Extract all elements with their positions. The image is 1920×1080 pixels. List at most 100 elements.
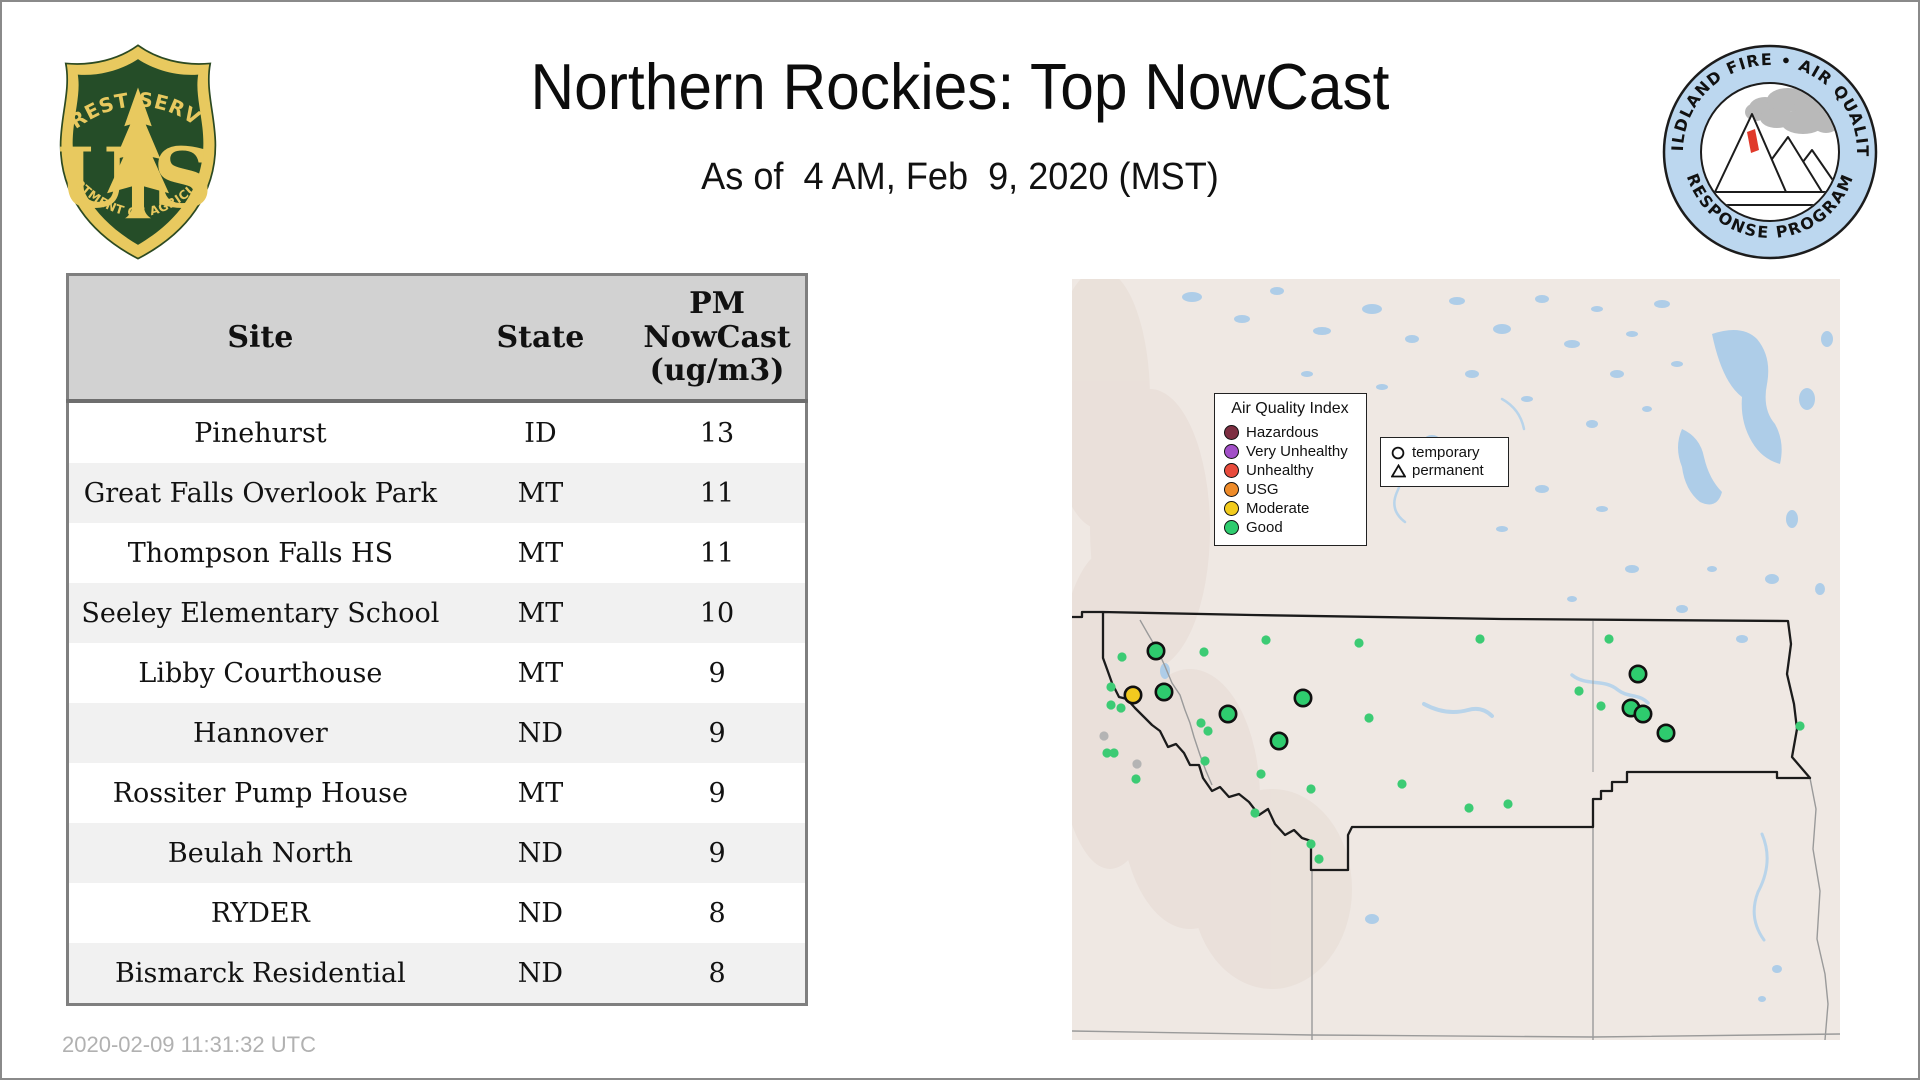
column-header-site: Site: [67, 274, 452, 403]
monitor-dot-good: [1106, 700, 1116, 710]
monitor-dot-good: [1397, 779, 1407, 789]
monitor-dot-good: [1503, 799, 1513, 809]
state-cell: MT: [517, 657, 564, 689]
monitor-dot-good: [1354, 638, 1364, 648]
monitor-dot-no-data: [1132, 759, 1142, 769]
table-row: Great Falls Overlook Park MT 11: [67, 463, 807, 523]
value-cell: 9: [708, 777, 726, 809]
monitor-dot-good: [1596, 701, 1606, 711]
state-cell: ND: [517, 717, 564, 749]
monitor-dot-good: [1604, 634, 1614, 644]
monitor-dot-good: [1250, 808, 1260, 818]
permanent-monitor-icon: [1390, 464, 1406, 478]
monitor-dot-good: [1261, 635, 1271, 645]
monitor-dot-good: [1199, 647, 1209, 657]
column-header-pm-nowcast: PM NowCast (ug/m3): [629, 274, 807, 403]
monitor-dot-good: [1475, 634, 1485, 644]
nowcast-table: Site State PM NowCast (ug/m3) Pinehurst …: [66, 273, 808, 1006]
aqi-legend-item: Very Unhealthy: [1224, 442, 1362, 461]
state-cell: ID: [524, 417, 557, 449]
site-cell: Beulah North: [167, 837, 353, 869]
aqi-legend-item: Moderate: [1224, 499, 1362, 518]
value-cell: 11: [699, 477, 735, 509]
monitor-dot-good: [1256, 769, 1266, 779]
aqi-legend-title: Air Quality Index: [1231, 400, 1349, 417]
state-cell: ND: [517, 957, 564, 989]
site-cell: Rossiter Pump House: [112, 777, 409, 809]
permanent-label: permanent: [1412, 462, 1484, 479]
table-row: Thompson Falls HS MT 11: [67, 523, 807, 583]
temporary-monitor-icon: [1390, 446, 1406, 460]
aqi-legend-item: Hazardous: [1224, 423, 1362, 442]
temporary-legend-row: temporary: [1390, 444, 1502, 462]
value-cell: 10: [699, 597, 735, 629]
site-cell: Bismarck Residential: [115, 957, 406, 989]
aqi-color-dot-icon: [1224, 501, 1239, 516]
monitor-dot-good: [1464, 803, 1474, 813]
aqi-color-dot-icon: [1224, 425, 1239, 440]
top-site-marker: [1633, 704, 1653, 724]
aqi-legend-label: Moderate: [1246, 500, 1310, 517]
top-site-marker: [1628, 664, 1648, 684]
value-cell: 9: [708, 717, 726, 749]
table-row: Seeley Elementary School MT 10: [67, 583, 807, 643]
site-cell: Seeley Elementary School: [81, 597, 440, 629]
top-site-marker: [1154, 682, 1174, 702]
aqi-legend-item: Unhealthy: [1224, 461, 1362, 480]
monitor-dot-good: [1200, 756, 1210, 766]
monitor-dot-good: [1314, 854, 1324, 864]
aqi-color-dot-icon: [1224, 520, 1239, 535]
aqi-legend-label: Very Unhealthy: [1246, 443, 1348, 460]
aqi-color-dot-icon: [1224, 463, 1239, 478]
monitor-dot-good: [1306, 839, 1316, 849]
aqi-legend-label: Good: [1246, 519, 1283, 536]
state-cell: ND: [517, 837, 564, 869]
page-title: Northern Rockies: Top NowCast: [530, 50, 1390, 123]
state-cell: MT: [517, 777, 564, 809]
site-cell: Pinehurst: [194, 417, 327, 449]
site-cell: RYDER: [210, 897, 310, 929]
page-subtitle: As of 4 AM, Feb 9, 2020 (MST): [701, 156, 1219, 198]
generated-timestamp: 2020-02-09 11:31:32 UTC: [62, 1032, 316, 1057]
table-row: Rossiter Pump House MT 9: [67, 763, 807, 823]
top-site-marker: [1269, 731, 1289, 751]
state-cell: MT: [517, 477, 564, 509]
value-cell: 8: [708, 897, 726, 929]
site-cell: Libby Courthouse: [138, 657, 383, 689]
monitor-dot-good: [1117, 652, 1127, 662]
aqi-legend: Air Quality Index Hazardous Very Unhealt…: [1214, 393, 1367, 546]
slide: FOREST SERVICE U S DEPARTMENT OF AGRICUL…: [0, 0, 1920, 1080]
aqi-legend-label: Unhealthy: [1246, 462, 1314, 479]
monitor-dot-good: [1364, 713, 1374, 723]
site-cell: Great Falls Overlook Park: [83, 477, 438, 509]
monitor-dot-good: [1306, 784, 1316, 794]
monitor-type-legend: temporary permanent: [1380, 437, 1509, 487]
value-cell: 9: [708, 837, 726, 869]
top-site-marker: [1656, 723, 1676, 743]
monitor-dot-good: [1109, 748, 1119, 758]
table-row: Pinehurst ID 13: [67, 401, 807, 463]
monitor-dot-good: [1106, 682, 1116, 692]
temporary-label: temporary: [1412, 444, 1480, 461]
value-cell: 13: [699, 417, 735, 449]
top-site-marker: [1123, 685, 1143, 705]
site-cell: Thompson Falls HS: [127, 537, 394, 569]
aqi-legend-item: USG: [1224, 480, 1362, 499]
top-site-marker: [1293, 688, 1313, 708]
table-row: RYDER ND 8: [67, 883, 807, 943]
monitor-dot-no-data: [1099, 731, 1109, 741]
site-cell: Hannover: [192, 717, 328, 749]
state-cell: MT: [517, 597, 564, 629]
table-row: Hannover ND 9: [67, 703, 807, 763]
value-cell: 11: [699, 537, 735, 569]
table-header-row: Site State PM NowCast (ug/m3): [67, 274, 807, 403]
state-cell: MT: [517, 537, 564, 569]
aqi-legend-label: USG: [1246, 481, 1279, 498]
value-cell: 8: [708, 957, 726, 989]
aqi-legend-item: Good: [1224, 518, 1362, 537]
monitor-dot-good: [1131, 774, 1141, 784]
air-quality-map: Air Quality Index Hazardous Very Unhealt…: [1072, 279, 1840, 1040]
monitor-dot-good: [1795, 721, 1805, 731]
column-header-state: State: [451, 274, 630, 403]
aqi-color-dot-icon: [1224, 444, 1239, 459]
